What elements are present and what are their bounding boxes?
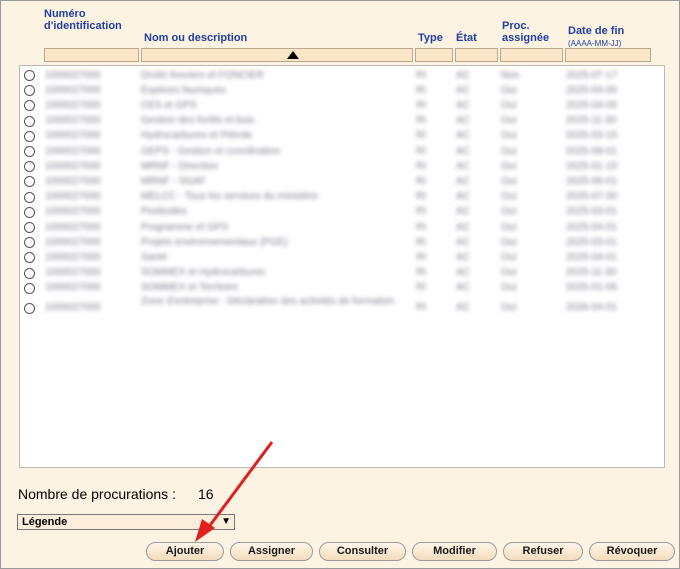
procurations-window: Numéro d'identification Nom ou descripti… xyxy=(0,0,680,569)
annotation-arrow-icon xyxy=(195,441,274,542)
